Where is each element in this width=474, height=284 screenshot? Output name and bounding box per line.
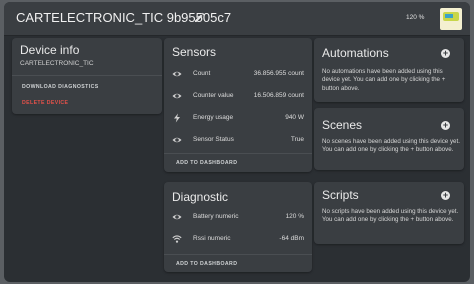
flash-icon xyxy=(174,113,180,123)
entity-name: Sensor Status xyxy=(193,136,234,143)
device-info-card: Device info CARTELECTRONIC_TIC DOWNLOAD … xyxy=(12,38,162,114)
entity-name: Count xyxy=(193,70,211,77)
scenes-card: Scenes + No scenes have been added using… xyxy=(314,108,464,170)
scripts-empty-text: No scripts have been added using this de… xyxy=(322,208,459,224)
add-to-dashboard-button[interactable]: ADD TO DASHBOARD xyxy=(176,261,237,267)
eye-icon xyxy=(172,214,182,220)
entity-value: 120 % xyxy=(285,213,304,220)
automations-empty-text: No automations have been added using thi… xyxy=(322,68,446,92)
entity-value: True xyxy=(290,136,304,143)
entity-row-counter-value[interactable]: Counter value 16.506.859 count xyxy=(164,86,312,108)
entity-name: Energy usage xyxy=(193,114,234,121)
entity-name: Counter value xyxy=(193,92,234,99)
device-info-title: Device info xyxy=(20,43,80,57)
eye-icon xyxy=(172,137,182,143)
scenes-title: Scenes xyxy=(322,118,363,132)
device-page: CARTELECTRONIC_TIC 9b95505c7 120 % Devic… xyxy=(4,2,470,282)
entity-value: 16.506.859 count xyxy=(253,92,304,99)
entity-row-energy-usage[interactable]: Energy usage 940 W xyxy=(164,108,312,130)
entity-row-sensor-status[interactable]: Sensor Status True xyxy=(164,130,312,152)
entity-row-battery-numeric[interactable]: Battery numeric 120 % xyxy=(164,207,312,229)
entity-name: Rssi numeric xyxy=(193,235,231,242)
entity-row-rssi-numeric[interactable]: Rssi numeric -64 dBm xyxy=(164,229,312,251)
device-name: CARTELECTRONIC_TIC xyxy=(20,60,94,67)
battery-level: 120 % xyxy=(406,14,425,21)
entity-value: -64 dBm xyxy=(279,235,304,242)
divider xyxy=(12,75,162,76)
entity-row-count[interactable]: Count 36.856.955 count xyxy=(164,64,312,86)
scripts-title: Scripts xyxy=(322,188,359,202)
entity-value: 36.856.955 count xyxy=(253,70,304,77)
add-automation-button[interactable]: + xyxy=(441,49,450,58)
automations-card: Automations + No automations have been a… xyxy=(314,38,464,102)
edit-icon[interactable] xyxy=(193,11,205,23)
sensors-title: Sensors xyxy=(172,45,217,59)
add-script-button[interactable]: + xyxy=(441,191,450,200)
entity-name: Battery numeric xyxy=(193,213,239,220)
scripts-card: Scripts + No scripts have been added usi… xyxy=(314,182,464,244)
sensors-card: Sensors Count 36.856.955 count Counter v… xyxy=(164,38,312,172)
diagnostic-title: Diagnostic xyxy=(172,190,229,204)
eye-icon xyxy=(172,93,182,99)
eye-icon xyxy=(172,71,182,77)
top-bar: CARTELECTRONIC_TIC 9b95505c7 120 % xyxy=(4,2,470,36)
add-scene-button[interactable]: + xyxy=(441,121,450,130)
add-to-dashboard-button[interactable]: ADD TO DASHBOARD xyxy=(176,160,237,166)
scenes-empty-text: No scenes have been added using this dev… xyxy=(322,138,460,154)
diagnostic-card: Diagnostic Battery numeric 120 % Rssi nu… xyxy=(164,182,312,272)
entity-value: 940 W xyxy=(285,114,304,121)
download-diagnostics-button[interactable]: DOWNLOAD DIAGNOSTICS xyxy=(22,84,99,90)
wifi-icon xyxy=(172,235,182,243)
divider xyxy=(164,153,312,154)
divider xyxy=(164,254,312,255)
delete-device-button[interactable]: DELETE DEVICE xyxy=(22,100,68,106)
device-logo xyxy=(440,8,462,30)
automations-title: Automations xyxy=(322,46,389,60)
